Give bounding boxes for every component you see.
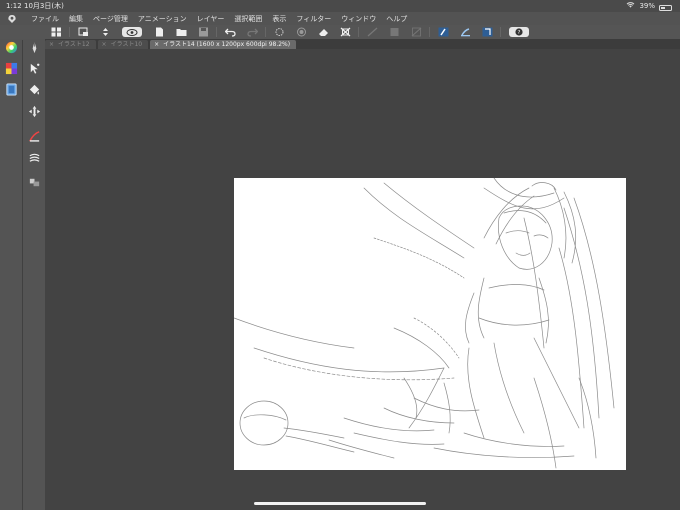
new-file-icon[interactable] [77, 27, 89, 38]
menu-selection[interactable]: 選択範囲 [229, 14, 267, 24]
fill-tool-icon[interactable] [27, 82, 41, 96]
toolbar-separator [500, 27, 501, 37]
save-icon[interactable] [197, 27, 209, 38]
clip-eye-icon[interactable] [122, 27, 142, 37]
clip-studio-logo-icon[interactable] [4, 12, 20, 25]
toolbar-separator [216, 27, 217, 37]
palette-layer-icon[interactable] [481, 27, 493, 38]
battery-percent: 39% [639, 2, 655, 10]
close-icon[interactable]: × [102, 40, 107, 49]
tab-label: イラスト10 [110, 41, 143, 48]
command-bar: ? [0, 25, 680, 39]
toolbar-separator [69, 27, 70, 37]
battery-icon [659, 4, 672, 11]
help-icon[interactable]: ? [509, 27, 529, 37]
menu-animation[interactable]: アニメーション [133, 14, 192, 24]
redo-icon[interactable] [246, 27, 258, 38]
toolbar-separator [358, 27, 359, 37]
tab-label: イラスト14 (1600 x 1200px 600dpi 98.2%) [163, 41, 291, 48]
transform-icon[interactable] [273, 27, 285, 38]
close-icon[interactable]: × [154, 40, 159, 49]
menu-window[interactable]: ウィンドウ [336, 14, 381, 24]
svg-text:?: ? [518, 30, 521, 36]
layers-panel-icon[interactable] [4, 82, 18, 96]
left-column-divider [22, 40, 23, 510]
menu-layer[interactable]: レイヤー [192, 14, 230, 24]
sketch-artwork [234, 178, 615, 469]
toolbar-separator [429, 27, 430, 37]
menu-help[interactable]: ヘルプ [381, 14, 412, 24]
undo-icon[interactable] [224, 27, 236, 38]
clip-studio-window: 1:12 10月3日(木) 39% ファイル 編集 ページ管理 アニメーション … [0, 0, 680, 510]
snap-grid-icon[interactable] [388, 27, 400, 38]
menu-view[interactable]: 表示 [267, 14, 291, 24]
toolbar-separator [265, 27, 266, 37]
select-tool-icon[interactable] [27, 61, 41, 75]
menu-edit[interactable]: 編集 [64, 14, 88, 24]
pen-tool-icon[interactable] [27, 40, 41, 54]
status-right: 39% [626, 0, 672, 12]
status-bar: 1:12 10月3日(木) 39% [0, 0, 680, 12]
status-date: 10月3日(木) [24, 2, 64, 10]
move-layer-icon[interactable] [27, 104, 41, 118]
brush-layer-icon[interactable] [459, 27, 471, 38]
pen-layer-icon[interactable] [437, 27, 449, 38]
menu-filter[interactable]: フィルター [291, 14, 336, 24]
crop-icon[interactable] [339, 27, 351, 38]
eraser-icon[interactable] [317, 27, 329, 38]
snap-curve-icon[interactable] [410, 27, 422, 38]
grid-icon[interactable] [50, 27, 62, 38]
document-icon[interactable] [153, 27, 165, 38]
menu-page[interactable]: ページ管理 [88, 14, 133, 24]
snap-ruler-icon[interactable] [366, 27, 378, 38]
home-indicator[interactable] [254, 502, 426, 505]
document-tabs: × イラスト12 × イラスト10 × イラスト14 (1600 x 1200p… [45, 39, 680, 49]
folder-icon[interactable] [175, 27, 187, 38]
drawing-canvas[interactable] [234, 178, 626, 470]
tab-illust-12[interactable]: × イラスト12 [45, 40, 96, 49]
menu-bar: ファイル 編集 ページ管理 アニメーション レイヤー 選択範囲 表示 フィルター… [0, 12, 680, 25]
wifi-icon [626, 0, 635, 12]
transform-tool-icon[interactable] [27, 175, 41, 189]
close-icon[interactable]: × [49, 40, 54, 49]
color-wheel-icon[interactable] [4, 40, 18, 54]
stepper-icon[interactable] [99, 27, 111, 38]
tab-illust-10[interactable]: × イラスト10 [97, 40, 149, 49]
menu-file[interactable]: ファイル [26, 14, 64, 24]
tab-label: イラスト12 [58, 41, 90, 48]
left-tool-column: « ‹ › » [0, 25, 45, 510]
stroke-icon[interactable] [27, 151, 41, 165]
tab-illust-14[interactable]: × イラスト14 (1600 x 1200px 600dpi 98.2%) [150, 40, 297, 49]
color-set-icon[interactable] [4, 61, 18, 75]
status-time: 1:12 [6, 2, 22, 10]
gradient-tool-icon[interactable] [27, 129, 41, 143]
loading-icon[interactable] [295, 27, 307, 38]
